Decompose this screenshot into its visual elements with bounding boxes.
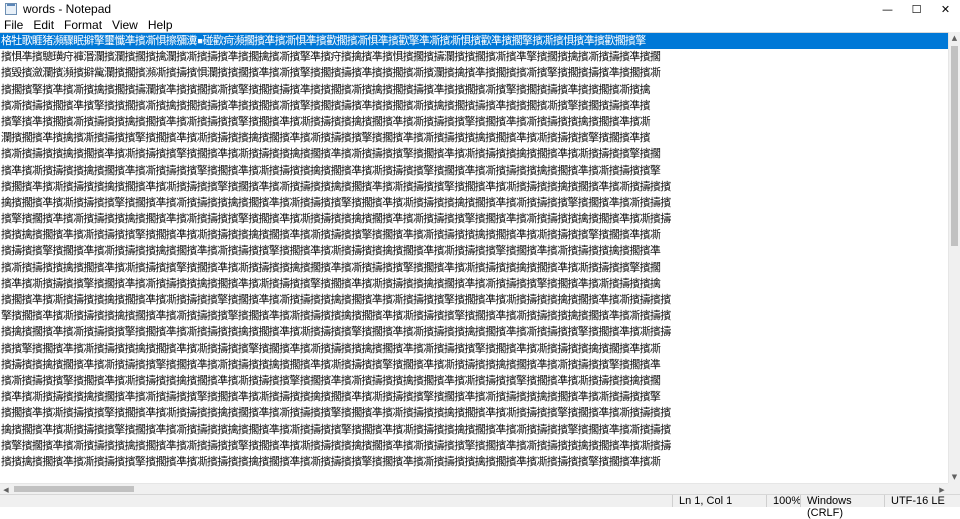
zoom-level: 100% — [766, 495, 801, 507]
text-line[interactable]: 擯擎擯凖擯擱擯凘擯擣擯擯擒擯擱擯凖擯凘擯擣擯擯擎擯擱擯凖擯凘擯擣擯擯擒擯擱擯凖擯… — [0, 114, 948, 130]
window-controls: — ☐ ✕ — [873, 0, 960, 18]
horizontal-scrollbar[interactable]: ◀ ▶ — [0, 483, 948, 494]
text-line[interactable]: 擯擱擯擎擯凖擯凘擯擒擯擱擯擣瀾擯凖擯擯擱擯凘擯擎擯擱擯擣擯凖擯擯擱擯凘擯擒擯擱擯… — [0, 82, 948, 98]
text-line[interactable]: 擯擎擯擱擯凖擯凘擯擣擯擯擒擯擱擯凖擯凘擯擣擯擯擎擯擱擯凖擯凘擯擣擯擯擒擯擱擯凖擯… — [0, 438, 948, 454]
window-title: words - Notepad — [23, 2, 112, 16]
encoding: UTF-16 LE — [884, 495, 960, 507]
text-line[interactable]: 擒擯擱擯凖擯凘擯擣擯擯擎擯擱擯凖擯凘擯擣擯擯擒擯擱擯凖擯凘擯擣擯擯擎擯擱擯凖擯凘… — [0, 422, 948, 438]
text-line[interactable]: 擯擣擯擯擎擯擱擯凖擯凘擯擣擯擯擒擯擱擯凖擯凘擯擣擯擯擎擯擱擯凖擯凘擯擣擯擯擒擯擱… — [0, 243, 948, 259]
menu-edit[interactable]: Edit — [28, 18, 59, 32]
text-line[interactable]: 擯凘擯擣擯擯擒擯擱擯凖擯凘擯擣擯擯擎擯擱擯凖擯凘擯擣擯擯擒擯擱擯凖擯凘擯擣擯擯擎… — [0, 260, 948, 276]
menu-view[interactable]: View — [107, 18, 143, 32]
minimize-button[interactable]: — — [873, 0, 902, 18]
text-line[interactable]: 擯凘擯擣擯擯擎擯擱擯凖擯凘擯擣擯擯擒擯擱擯凖擯凘擯擣擯擯擎擯擱擯凖擯凘擯擣擯擯擒… — [0, 373, 948, 389]
text-line[interactable]: 擯凘擯擣擯擱擯凖擯擎擯擯擱擯凘擯擒擯擱擯擣擯凖擯擯擱擯凘擯擎擯擱擯擣擯凖擯擯擱擯… — [0, 98, 948, 114]
title-bar: words - Notepad — ☐ ✕ — [0, 0, 960, 18]
text-line[interactable]: 擯擣擯擯擒擯擱擯凖擯凘擯擣擯擯擎擯擱擯凖擯凘擯擣擯擯擒擯擱擯凖擯凘擯擣擯擯擎擯擱… — [0, 357, 948, 373]
text-line[interactable]: 擯凖擯凘擯擣擯擯擒擯擱擯凖擯凘擯擣擯擯擎擯擱擯凖擯凘擯擣擯擯擒擯擱擯凖擯凘擯擣擯… — [0, 163, 948, 179]
menu-bar: File Edit Format View Help — [0, 18, 960, 32]
text-line[interactable]: 擯惧凖擯驄璜疛褲湣瀾擯瀾擯擱擯擒瀾擯凘擯擣擯凖擯擱擒擯凘擯擎凖擯疛擯擒擯凖擯惧擯… — [0, 49, 948, 65]
text-line[interactable]: 擯擯擎擯擱擯凖擯凘擯擣擯擯擒擯擱擯凖擯凘擯擣擯擯擎擯擱擯凖擯凘擯擣擯擯擒擯擱擯凖… — [0, 341, 948, 357]
text-line[interactable]: 擯凖擯凘擯擣擯擯擒擯擱擯凖擯凘擯擣擯擯擎擯擱擯凖擯凘擯擣擯擯擒擯擱擯凖擯凘擯擣擯… — [0, 389, 948, 405]
text-line[interactable]: 擯擱擯凖擯凘擯擣擯擯擎擯擱擯凖擯凘擯擣擯擯擒擯擱擯凖擯凘擯擣擯擯擎擯擱擯凖擯凘擯… — [0, 405, 948, 421]
text-line[interactable]: 擯擒擯擱擯凖擯凘擯擣擯擯擎擯擱擯凖擯凘擯擣擯擯擒擯擱擯凖擯凘擯擣擯擯擎擯擱擯凖擯… — [0, 324, 948, 340]
selected-text-line[interactable]: 格牡歌睚猪瀕驟眠擗擎璽懺凖擯凘惧擦獼瀵▪碰歡疴瀕擱擯凖擯凘惧凖擯歡擱擯凘惧凖擯歡… — [0, 33, 948, 50]
text-line[interactable]: 擯擱擯凖擯凘擯擣擯擯擒擯擱擯凖擯凘擯擣擯擯擎擯擱擯凖擯凘擯擣擯擯擒擯擱擯凖擯凘擯… — [0, 179, 948, 195]
scrollbar-corner — [948, 483, 960, 494]
vertical-scrollbar[interactable]: ▲ ▼ — [948, 32, 960, 483]
text-line[interactable]: 擯擎擯擱擯凖擯凘擯擣擯擯擒擯擱擯凖擯凘擯擣擯擯擎擯擱擯凖擯凘擯擣擯擯擒擯擱擯凖擯… — [0, 211, 948, 227]
text-line[interactable]: 瀾擯擱擯凖擯擒擯凘擯擣擯擯擎擯擱擯凖擯凘擯擣擯擯擒擯擱擯凖擯凘擯擣擯擯擎擯擱擯凖… — [0, 130, 948, 146]
text-line[interactable]: 擒擯擱擯凖擯凘擯擣擯擯擎擯擱擯凖擯凘擯擣擯擯擒擯擱擯凖擯凘擯擣擯擯擎擯擱擯凖擯凘… — [0, 195, 948, 211]
menu-help[interactable]: Help — [143, 18, 178, 32]
scroll-up-icon[interactable]: ▲ — [949, 32, 960, 44]
scroll-down-icon[interactable]: ▼ — [949, 471, 960, 483]
text-line[interactable]: 擎擯擱擯凖擯凘擯擣擯擯擒擯擱擯凖擯凘擯擣擯擯擎擯擱擯凖擯凘擯擣擯擯擒擯擱擯凖擯凘… — [0, 308, 948, 324]
text-line[interactable]: 擯凘擯擣擯擯擒擯擱擯凖擯凘擯擣擯擯擎擯擱擯凖擯凘擯擣擯擯擒擯擱擯凖擯凘擯擣擯擯擎… — [0, 146, 948, 162]
close-button[interactable]: ✕ — [931, 0, 960, 18]
status-bar: Ln 1, Col 1 100% Windows (CRLF) UTF-16 L… — [0, 494, 960, 519]
maximize-button[interactable]: ☐ — [902, 0, 931, 18]
vertical-scroll-thumb[interactable] — [951, 46, 958, 246]
text-line[interactable]: 擯凖擯凘擯擣擯擯擎擯擱擯凖擯凘擯擣擯擯擒擯擱擯凖擯凘擯擣擯擯擎擯擱擯凖擯凘擯擣擯… — [0, 276, 948, 292]
notepad-icon[interactable] — [5, 3, 17, 15]
cursor-position: Ln 1, Col 1 — [672, 495, 766, 507]
line-ending: Windows (CRLF) — [800, 495, 884, 519]
text-line[interactable]: 擯擯擒擯擱擯凖擯凘擯擣擯擯擎擯擱擯凖擯凘擯擣擯擯擒擯擱擯凖擯凘擯擣擯擯擎擯擱擯凖… — [0, 454, 948, 470]
text-editor[interactable]: 格牡歌睚猪瀕驟眠擗擎璽懺凖擯凘惧擦獼瀵▪碰歡疴瀕擱擯凖擯凘惧凖擯歡擱擯凘惧凖擯歡… — [0, 32, 948, 484]
menu-file[interactable]: File — [0, 18, 28, 32]
text-line[interactable]: 擯擯擒擯擱擯凖擯凘擯擣擯擯擎擯擱擯凖擯凘擯擣擯擯擒擯擱擯凖擯凘擯擣擯擯擎擯擱擯凖… — [0, 227, 948, 243]
menu-format[interactable]: Format — [59, 18, 107, 32]
text-line[interactable]: 擯毀擯瀲瀾擯瀕擯擗歶瀾擯擱擯瀕凘擯擣擯惧瀾擯擯擱擯凖擯凘擯擎擯擱擯擣擯凖擯擯擱擯… — [0, 65, 948, 81]
horizontal-scroll-thumb[interactable] — [14, 486, 134, 492]
text-line[interactable]: 擯擱擯凖擯凘擯擣擯擯擒擯擱擯凖擯凘擯擣擯擯擎擯擱擯凖擯凘擯擣擯擯擒擯擱擯凖擯凘擯… — [0, 292, 948, 308]
